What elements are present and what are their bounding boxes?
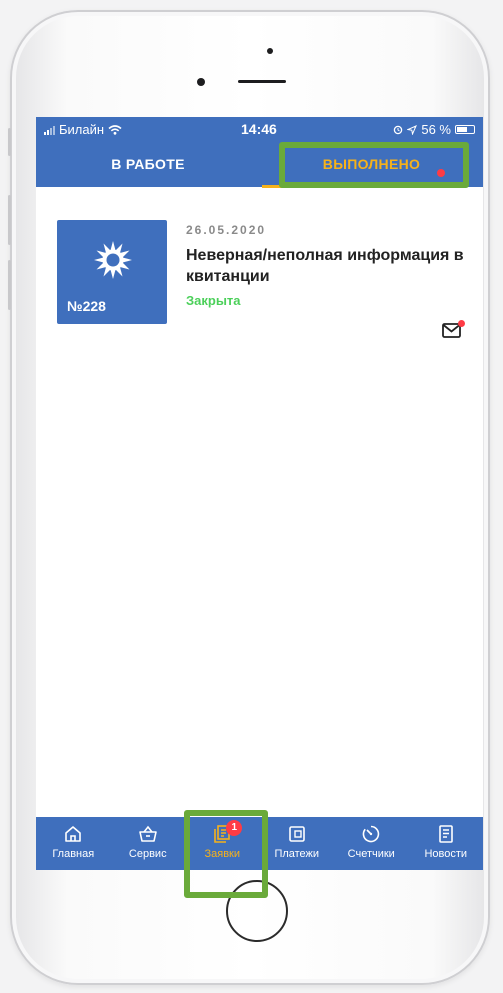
meter-icon (362, 825, 380, 843)
nav-payments-label: Платежи (274, 848, 320, 860)
front-camera (197, 78, 205, 86)
proximity-sensor (267, 48, 273, 54)
nav-home[interactable]: Главная (36, 817, 111, 870)
battery-icon (455, 125, 475, 134)
nav-requests-label: Заявки (204, 848, 241, 860)
tab-bar: В РАБОТЕ ВЫПОЛНЕНО (36, 141, 483, 188)
request-message-button[interactable] (442, 320, 465, 340)
requests-badge: 1 (226, 820, 243, 836)
request-date: 26.05.2020 (186, 223, 267, 237)
home-icon (65, 826, 82, 842)
bottom-nav: Главная Сервис 1 Заявки Платежи Счетчики… (36, 817, 483, 870)
volume-down-button (8, 260, 11, 310)
nav-home-label: Главная (52, 848, 95, 860)
volume-up-button (8, 195, 11, 245)
home-button[interactable] (226, 880, 288, 942)
nav-service[interactable]: Сервис (111, 817, 186, 870)
tab-in-progress[interactable]: В РАБОТЕ (36, 141, 260, 187)
status-time: 14:46 (241, 121, 277, 137)
status-bar: Билайн 14:46 56 % (36, 117, 483, 141)
nav-service-label: Сервис (128, 848, 167, 860)
news-icon (438, 825, 453, 843)
wallet-icon (288, 826, 305, 842)
alarm-icon (394, 125, 403, 134)
status-left: Билайн (44, 122, 122, 137)
earpiece-speaker (238, 80, 286, 83)
nav-requests[interactable]: 1 Заявки (185, 817, 260, 870)
status-right: 56 % (393, 122, 475, 137)
basket-icon (138, 825, 157, 842)
nav-meters[interactable]: Счетчики (334, 817, 409, 870)
location-arrow-icon (407, 124, 418, 135)
signal-icon (44, 125, 55, 135)
battery-percent: 56 % (421, 122, 451, 137)
request-status: Закрыта (186, 293, 241, 308)
nav-payments[interactable]: Платежи (260, 817, 335, 870)
nav-meters-label: Счетчики (347, 848, 395, 860)
gazprom-flame-logo (94, 241, 132, 279)
request-thumbnail[interactable]: №228 (57, 220, 167, 324)
nav-news[interactable]: Новости (409, 817, 484, 870)
request-number: №228 (67, 298, 106, 314)
active-tab-indicator (262, 185, 458, 188)
app-screen: Билайн 14:46 56 % В РАБОТЕ ВЫПОЛНЕНО №22… (36, 117, 483, 870)
nav-news-label: Новости (424, 848, 468, 860)
tab-completed[interactable]: ВЫПОЛНЕНО (260, 141, 483, 187)
carrier-name: Билайн (59, 122, 105, 137)
mute-switch (8, 128, 11, 156)
tab-notification-dot (437, 169, 445, 177)
wifi-icon (108, 124, 122, 135)
unread-message-dot (458, 320, 465, 327)
request-title[interactable]: Неверная/неполная информация в квитанции (186, 245, 471, 287)
